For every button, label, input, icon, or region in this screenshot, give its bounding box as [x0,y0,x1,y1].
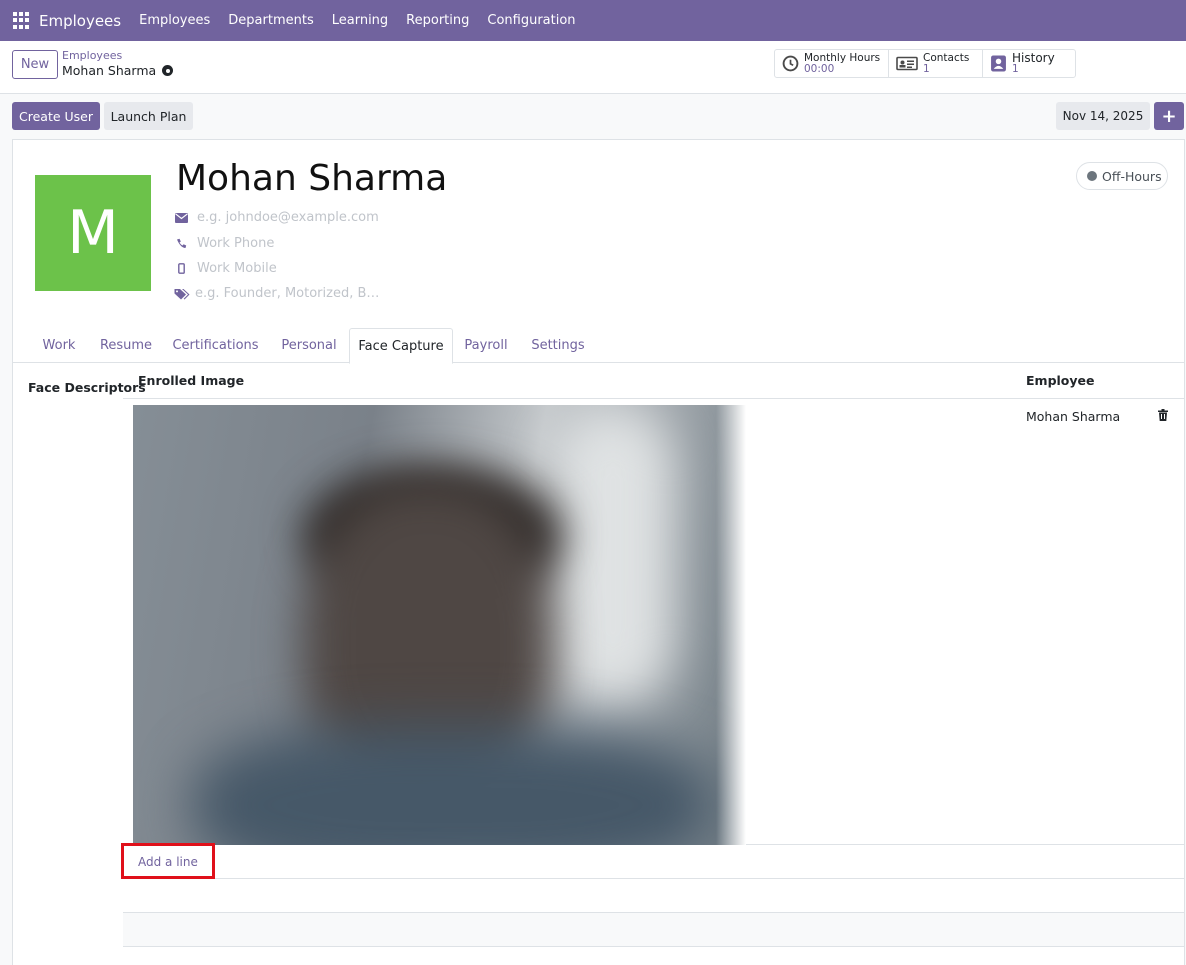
tab-resume[interactable]: Resume [96,328,156,363]
create-user-button[interactable]: Create User [12,102,100,130]
empty-row [123,879,1184,913]
add-line-row: Add a line [121,843,1184,879]
table-row[interactable]: Mohan Sharma [123,399,1184,845]
tags-placeholder: e.g. Founder, Motorized, B… [195,286,380,301]
tab-certifications[interactable]: Certifications [168,328,263,363]
monthly-hours-button[interactable]: Monthly Hours 00:00 [775,50,889,77]
contacts-label: Contacts [923,51,970,64]
enrolled-face-image[interactable] [133,405,746,845]
launch-plan-button[interactable]: Launch Plan [104,102,193,130]
history-value: 1 [1012,62,1019,75]
employee-form-sheet: M Mohan Sharma e.g. johndoe@example.com … [12,139,1185,965]
trash-icon[interactable] [1158,409,1168,421]
apps-menu-icon[interactable] [13,11,31,30]
top-navbar: Employees Employees Departments Learning… [0,0,1186,41]
tab-personal[interactable]: Personal [273,328,345,363]
work-phone-field[interactable]: Work Phone [174,236,274,251]
email-field[interactable]: e.g. johndoe@example.com [174,210,379,225]
tags-field[interactable]: e.g. Founder, Motorized, B… [174,286,379,301]
column-employee[interactable]: Employee [1026,373,1095,388]
new-button[interactable]: New [12,50,58,79]
list-header: Enrolled Image Employee [123,363,1184,399]
work-mobile-placeholder: Work Mobile [197,261,277,276]
work-mobile-field[interactable]: Work Mobile [174,261,277,276]
employee-name-field[interactable]: Mohan Sharma [176,157,447,201]
email-placeholder: e.g. johndoe@example.com [197,210,379,225]
menu-reporting[interactable]: Reporting [406,13,469,28]
contacts-value: 1 [923,62,930,75]
menu-configuration[interactable]: Configuration [487,13,575,28]
empty-row [123,913,1184,947]
monthly-hours-label: Monthly Hours [804,51,881,64]
avatar[interactable]: M [35,175,151,291]
contact-card-icon [896,56,918,71]
mobile-icon [174,262,188,276]
tab-settings[interactable]: Settings [526,328,590,363]
control-panel: New Employees Mohan Sharma Monthly Hours… [0,41,1186,94]
work-phone-placeholder: Work Phone [197,236,275,251]
add-button[interactable]: + [1154,102,1184,130]
history-label: History [1012,50,1055,65]
breadcrumb-current: Mohan Sharma [62,63,174,78]
envelope-icon [174,211,188,225]
breadcrumb-current-label: Mohan Sharma [62,63,157,78]
clock-icon [782,55,799,72]
column-enrolled-image[interactable]: Enrolled Image [138,373,244,388]
smart-buttons: Monthly Hours 00:00 Contacts 1 History 1 [774,49,1076,78]
monthly-hours-value: 00:00 [804,62,835,75]
menu-departments[interactable]: Departments [228,13,313,28]
row-employee-name: Mohan Sharma [1026,409,1121,424]
phone-icon [174,237,188,251]
tab-payroll[interactable]: Payroll [458,328,514,363]
breadcrumb-parent[interactable]: Employees [62,49,122,62]
tab-face-capture[interactable]: Face Capture [349,328,453,364]
menu-employees[interactable]: Employees [139,13,210,28]
history-button[interactable]: History 1 [983,50,1075,77]
form-tabs: Work Resume Certifications Personal Face… [13,328,1184,364]
presence-dot-icon [1087,171,1097,181]
tags-icon [174,287,190,301]
gear-icon[interactable] [162,65,174,76]
user-history-icon [991,55,1006,72]
presence-status-badge[interactable]: Off-Hours [1076,162,1168,190]
add-line-highlight [121,843,215,879]
date-button[interactable]: Nov 14, 2025 [1056,102,1150,130]
app-name[interactable]: Employees [39,12,121,30]
tab-work[interactable]: Work [29,328,89,363]
presence-label: Off-Hours [1102,168,1162,184]
contacts-button[interactable]: Contacts 1 [889,50,983,77]
menu-learning[interactable]: Learning [332,13,388,28]
